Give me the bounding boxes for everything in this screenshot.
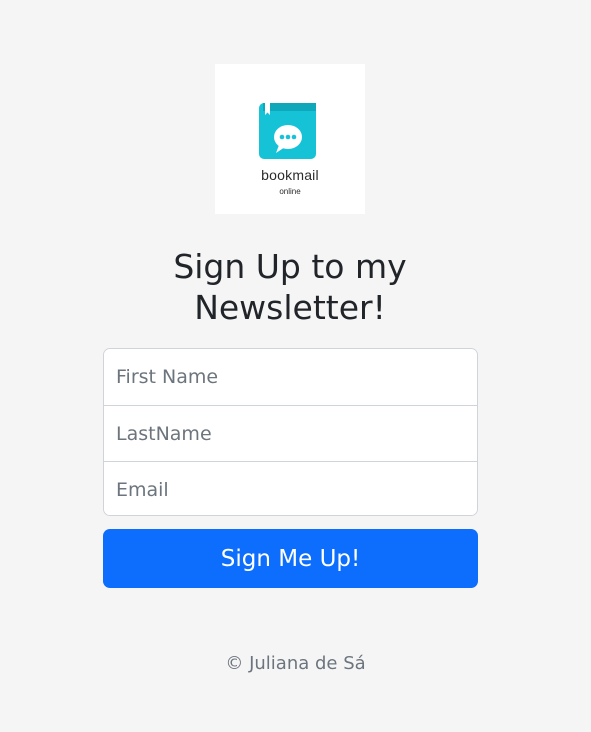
last-name-input[interactable] — [104, 405, 477, 461]
sign-up-button[interactable]: Sign Me Up! — [103, 529, 478, 588]
brand-logo: bookmail online — [215, 64, 365, 214]
signup-page: bookmail online Sign Up to my Newsletter… — [0, 0, 591, 732]
signup-form — [103, 348, 478, 516]
logo-wordmark: bookmail — [261, 167, 319, 183]
first-name-input[interactable] — [104, 349, 477, 405]
footer-copyright: © Juliana de Sá — [225, 653, 366, 674]
email-input[interactable] — [104, 461, 477, 515]
book-chat-icon — [259, 101, 316, 159]
page-title: Sign Up to my Newsletter! — [173, 247, 407, 327]
logo-subtitle: online — [279, 187, 301, 196]
